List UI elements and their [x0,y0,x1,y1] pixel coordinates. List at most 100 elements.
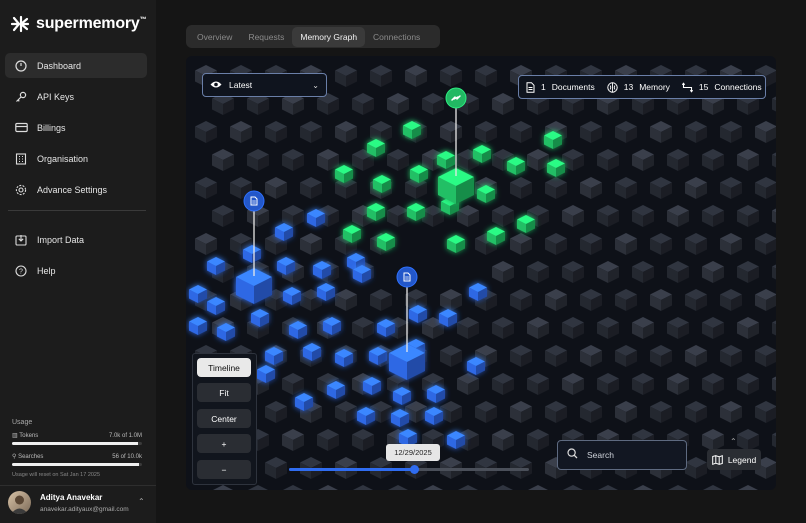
timeline-slider[interactable] [289,465,529,474]
graph-node-background[interactable] [597,485,619,490]
graph-node-background[interactable] [720,177,742,199]
timeline-slider-handle[interactable] [409,465,419,474]
graph-node-background[interactable] [510,121,532,143]
graph-node-background[interactable] [597,205,619,227]
graph-node-background[interactable] [545,345,567,367]
graph-node-background[interactable] [475,65,497,87]
graph-node-background[interactable] [352,317,374,339]
graph-node-background[interactable] [772,429,776,451]
sidebar-item-import-data[interactable]: Import Data [5,227,147,252]
sidebar-item-organisation[interactable]: Organisation [5,146,147,171]
graph-node-background[interactable] [755,289,776,311]
memory-node[interactable] [447,235,465,253]
graph-node-background[interactable] [527,373,549,395]
graph-node-background[interactable] [212,485,234,490]
graph-node-background[interactable] [615,233,637,255]
graph-node-background[interactable] [580,401,602,423]
sidebar-item-help[interactable]: ? Help [5,258,147,283]
graph-node-background[interactable] [650,345,672,367]
graph-node-background[interactable] [440,401,462,423]
graph-node-background[interactable] [667,317,689,339]
graph-node-background[interactable] [772,317,776,339]
zoom-out-button[interactable]: − [197,460,251,479]
graph-node-background[interactable] [440,345,462,367]
graph-node-background[interactable] [685,457,707,479]
graph-node-background[interactable] [440,121,462,143]
graph-node-background[interactable] [387,149,409,171]
graph-node-background[interactable] [632,205,654,227]
graph-node-background[interactable] [527,317,549,339]
graph-node-background[interactable] [562,373,584,395]
graph-node-background[interactable] [317,429,339,451]
tab-requests[interactable]: Requests [240,27,292,47]
sidebar-item-api-keys[interactable]: API Keys [5,84,147,109]
graph-node-background[interactable] [632,373,654,395]
graph-node-background[interactable] [527,429,549,451]
graph-node-background[interactable] [685,289,707,311]
graph-node-background[interactable] [667,485,689,490]
memory-node[interactable] [189,317,207,335]
graph-node-background[interactable] [737,205,759,227]
graph-node-background[interactable] [510,401,532,423]
graph-node-background[interactable] [632,485,654,490]
graph-node-background[interactable] [597,261,619,283]
graph-node-background[interactable] [212,149,234,171]
graph-node-background[interactable] [492,485,514,490]
graph-node-background[interactable] [422,485,444,490]
graph-node-background[interactable] [422,205,444,227]
graph-node-background[interactable] [667,373,689,395]
sidebar-item-dashboard[interactable]: Dashboard [5,53,147,78]
graph-node-background[interactable] [247,485,269,490]
graph-node-background[interactable] [457,373,479,395]
graph-node-background[interactable] [282,485,304,490]
graph-node-background[interactable] [387,485,409,490]
graph-node-background[interactable] [650,233,672,255]
graph-node-background[interactable] [562,261,584,283]
tab-connections[interactable]: Connections [365,27,428,47]
graph-node-background[interactable] [685,345,707,367]
graph-node-background[interactable] [352,485,374,490]
graph-node-background[interactable] [615,401,637,423]
memory-graph-canvas[interactable] [186,56,776,490]
graph-node-background[interactable] [755,233,776,255]
graph-node-background[interactable] [300,233,322,255]
graph-node-background[interactable] [335,121,357,143]
graph-node-background[interactable] [440,65,462,87]
graph-node-background[interactable] [440,289,462,311]
graph-node-background[interactable] [720,289,742,311]
graph-node-background[interactable] [195,233,217,255]
graph-node-background[interactable] [702,429,724,451]
graph-node-background[interactable] [667,261,689,283]
graph-node-background[interactable] [615,345,637,367]
graph-node-background[interactable] [510,233,532,255]
graph-node-background[interactable] [195,177,217,199]
graph-node-background[interactable] [702,485,724,490]
graph-node-background[interactable] [667,205,689,227]
graph-node-background[interactable] [317,149,339,171]
graph-node-background[interactable] [352,93,374,115]
graph-node-background[interactable] [510,289,532,311]
graph-node-background[interactable] [650,401,672,423]
graph-node-background[interactable] [300,121,322,143]
graph-node-background[interactable] [737,373,759,395]
graph-node-background[interactable] [387,93,409,115]
graph-node-background[interactable] [737,317,759,339]
graph-node-background[interactable] [632,149,654,171]
graph-node-background[interactable] [737,429,759,451]
graph-node-background[interactable] [772,261,776,283]
tab-memory-graph[interactable]: Memory Graph [292,26,366,47]
graph-node-background[interactable] [685,121,707,143]
graph-node-background[interactable] [457,205,479,227]
app-logo[interactable]: supermemory™ [10,15,147,33]
chevron-up-icon[interactable]: ⌃ [730,437,737,446]
graph-node-background[interactable] [685,177,707,199]
graph-node-background[interactable] [702,373,724,395]
graph-node-background[interactable] [702,149,724,171]
graph-node-background[interactable] [545,401,567,423]
graph-node-background[interactable] [492,373,514,395]
graph-node-background[interactable] [685,233,707,255]
graph-node-background[interactable] [545,289,567,311]
graph-node-background[interactable] [772,149,776,171]
graph-node-background[interactable] [632,317,654,339]
graph-search[interactable] [557,440,687,470]
